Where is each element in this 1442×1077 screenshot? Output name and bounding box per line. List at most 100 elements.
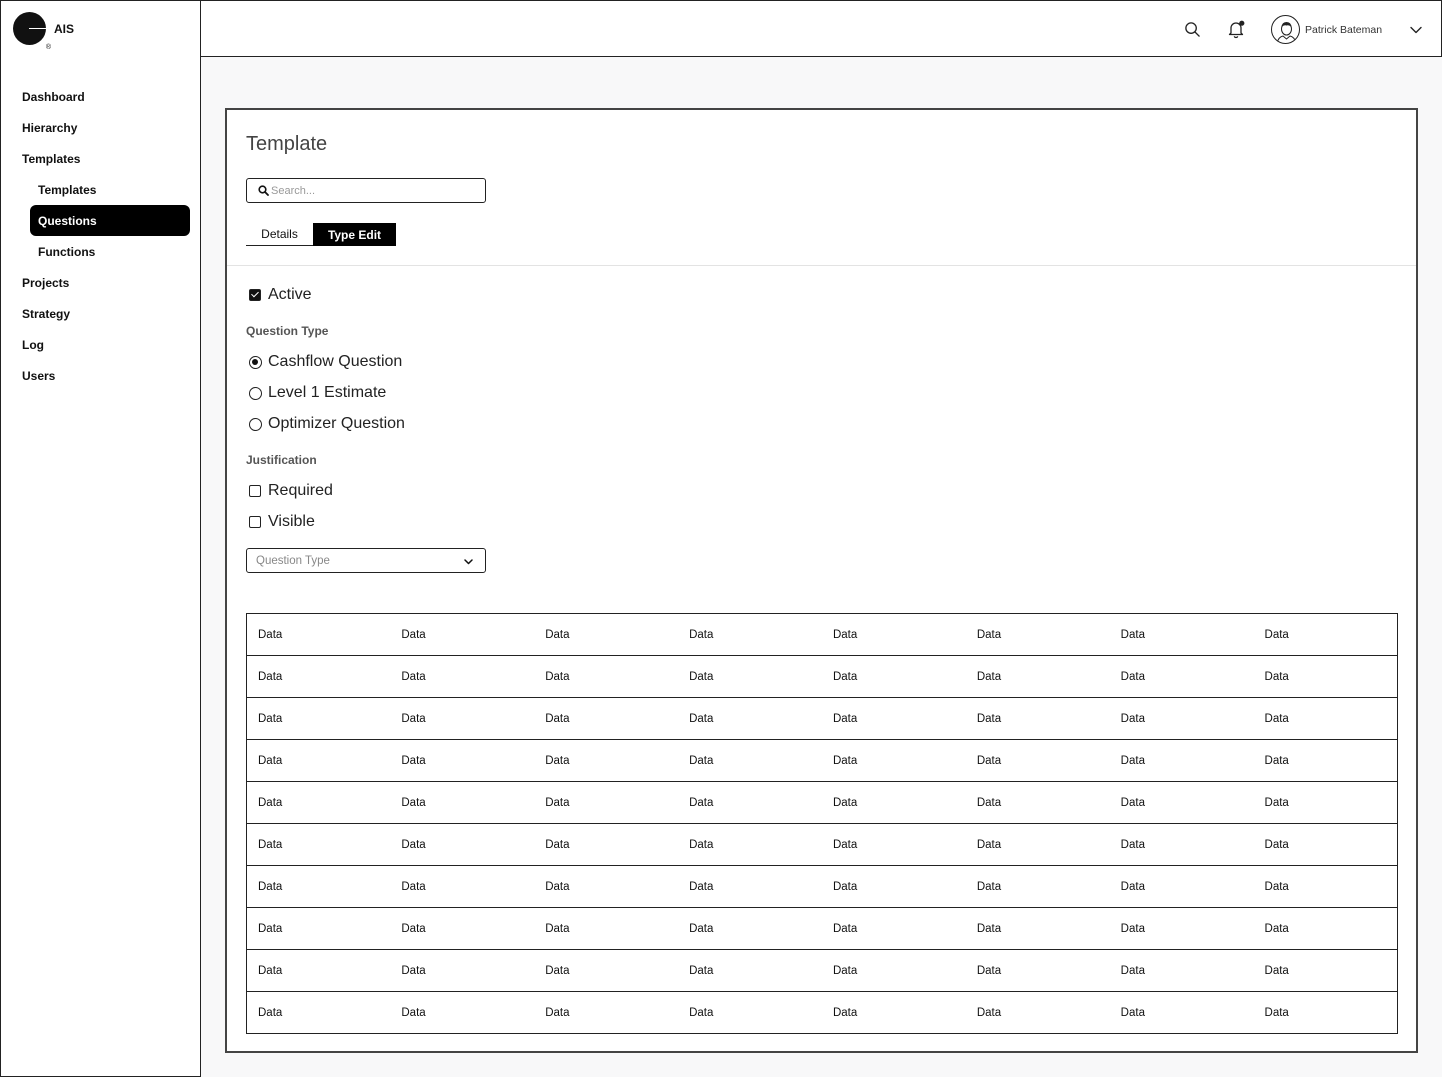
table-cell: Data	[390, 613, 535, 656]
table-row[interactable]: Data Data Data Data Data Data Data Data	[246, 949, 1398, 992]
table-cell: Data	[1253, 655, 1398, 698]
table-row[interactable]: Data Data Data Data Data Data Data Data	[246, 697, 1398, 740]
sidebar-item-dashboard[interactable]: Dashboard	[22, 90, 85, 104]
table-cell: Data	[1253, 907, 1398, 950]
table-cell: Data	[821, 613, 966, 656]
sidebar-item-log[interactable]: Log	[22, 338, 44, 352]
table-row[interactable]: Data Data Data Data Data Data Data Data	[246, 781, 1398, 824]
chevron-down-icon[interactable]	[1409, 23, 1423, 37]
sidebar-subitem-functions[interactable]: Functions	[38, 245, 95, 259]
table-cell: Data	[1253, 697, 1398, 740]
table-cell: Data	[821, 781, 966, 824]
top-bar: Patrick Bateman	[200, 0, 1442, 57]
visible-checkbox[interactable]: Visible	[249, 513, 315, 531]
tab-type-edit[interactable]: Type Edit	[313, 223, 396, 246]
logo-mark-icon	[13, 12, 51, 51]
question-type-select[interactable]: Question Type	[246, 548, 486, 573]
table-cell: Data	[246, 823, 391, 866]
table-cell: Data	[821, 949, 966, 992]
table-cell: Data	[1253, 949, 1398, 992]
table-cell: Data	[246, 865, 391, 908]
table-cell: Data	[534, 823, 679, 866]
table-cell: Data	[1109, 697, 1254, 740]
required-label: Required	[268, 482, 333, 499]
table-cell: Data	[534, 781, 679, 824]
checkbox-unchecked-icon[interactable]	[249, 485, 261, 497]
question-type-label: Question Type	[246, 324, 329, 338]
table-cell: Data	[1253, 865, 1398, 908]
checkbox-unchecked-icon[interactable]	[249, 516, 261, 528]
table-row[interactable]: Data Data Data Data Data Data Data Data	[246, 907, 1398, 950]
avatar[interactable]	[1271, 15, 1300, 44]
table-cell: Data	[678, 907, 822, 950]
radio-selected-icon[interactable]	[249, 355, 262, 369]
checkbox-checked-icon[interactable]	[249, 289, 261, 301]
table-row[interactable]: Data Data Data Data Data Data Data Data	[246, 739, 1398, 782]
table-row[interactable]: Data Data Data Data Data Data Data Data	[246, 655, 1398, 698]
radio-cashflow-question[interactable]: Cashflow Question	[249, 353, 402, 371]
table-cell: Data	[1264, 1006, 1289, 1019]
table-cell: Data	[821, 823, 966, 866]
brand-name: AIS	[54, 21, 75, 36]
radio-label: Cashflow Question	[268, 353, 403, 370]
tab-details[interactable]: Details	[246, 223, 313, 246]
page-title: Template	[246, 133, 328, 155]
bell-icon[interactable]	[1227, 20, 1245, 39]
table-cell: Data	[246, 949, 391, 992]
sidebar-item-projects[interactable]: Projects	[22, 276, 69, 290]
table-cell: Data	[965, 781, 1110, 824]
chevron-down-icon	[464, 559, 473, 565]
table-cell: Data	[678, 865, 822, 908]
radio-level-1-estimate[interactable]: Level 1 Estimate	[249, 384, 386, 402]
table-row[interactable]: Data Data Data Data Data Data Data Data	[246, 865, 1398, 908]
radio-optimizer-question[interactable]: Optimizer Question	[249, 415, 405, 433]
table-cell: Data	[1109, 739, 1254, 782]
table-cell: Data	[534, 907, 679, 950]
table-cell: Data	[534, 655, 679, 698]
table-cell: Data	[246, 697, 391, 740]
search-input[interactable]	[271, 182, 471, 199]
sidebar-item-hierarchy[interactable]: Hierarchy	[22, 121, 77, 135]
table-cell: Data	[246, 739, 391, 782]
table-cell: Data	[965, 865, 1110, 908]
select-placeholder: Question Type	[256, 555, 330, 567]
radio-unselected-icon[interactable]	[249, 417, 262, 431]
table-cell: Data	[1253, 781, 1398, 824]
table-cell: Data	[832, 1006, 858, 1019]
tab-bar: Details Type Edit	[246, 223, 396, 246]
table-cell: Data	[534, 613, 679, 656]
table-cell: Data	[1253, 823, 1398, 866]
sidebar-item-templates[interactable]: Templates	[22, 152, 80, 166]
required-checkbox[interactable]: Required	[249, 482, 333, 500]
table-cell: Data	[390, 907, 535, 950]
table-cell: Data	[965, 907, 1110, 950]
search-icon[interactable]	[1184, 21, 1201, 38]
table-cell: Data	[821, 865, 966, 908]
sidebar-subitem-templates[interactable]: Templates	[38, 183, 96, 197]
table-cell: Data	[821, 697, 966, 740]
radio-label: Level 1 Estimate	[268, 384, 387, 401]
table-cell: Data	[534, 739, 679, 782]
sidebar-subitem-questions[interactable]: Questions	[30, 205, 190, 236]
table-cell: Data	[821, 655, 966, 698]
table-cell: Data	[678, 655, 822, 698]
table-cell: Data	[1109, 781, 1254, 824]
table-cell: Data	[965, 949, 1110, 992]
table-cell: Data	[965, 823, 1110, 866]
user-name[interactable]: Patrick Bateman	[1305, 24, 1382, 36]
table-cell: Data	[390, 949, 535, 992]
table-row[interactable]: Data Data Data Data Data Data Data Data	[247, 992, 1398, 1034]
main-area: Template Details Type Edit Active Questi…	[201, 57, 1442, 1077]
table-row[interactable]: Data Data Data Data Data Data Data Data	[246, 823, 1398, 866]
sidebar-item-strategy[interactable]: Strategy	[22, 307, 70, 321]
radio-unselected-icon[interactable]	[249, 386, 262, 400]
sidebar-subitem-questions-label: Questions	[38, 214, 97, 228]
table-cell: Data	[545, 1006, 570, 1019]
table-cell: Data	[821, 907, 966, 950]
table-row[interactable]: Data Data Data Data Data Data Data Data	[246, 613, 1398, 656]
sidebar-item-users[interactable]: Users	[22, 369, 55, 383]
active-checkbox[interactable]: Active	[249, 286, 312, 304]
table-cell: Data	[821, 739, 966, 782]
search-field[interactable]	[246, 178, 486, 203]
logo[interactable]: AIS	[0, 0, 201, 57]
